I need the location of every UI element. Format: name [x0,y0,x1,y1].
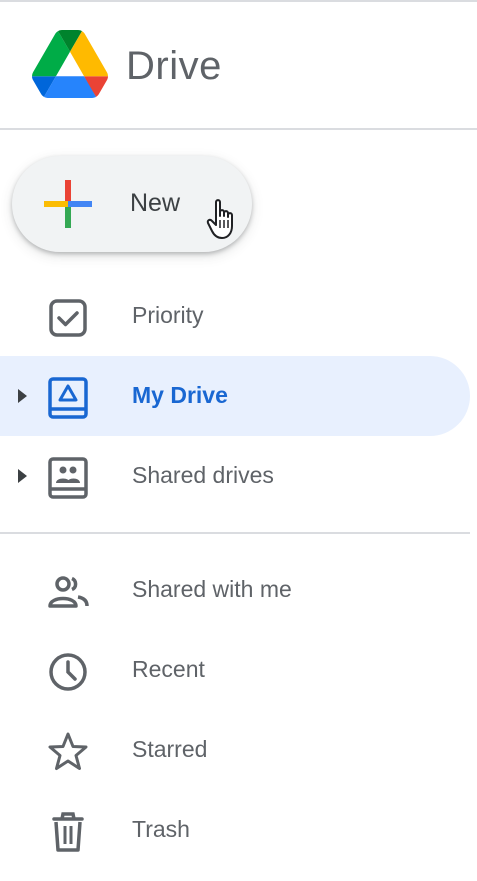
my-drive-icon [48,377,88,419]
nav-item-label: Shared drives [132,462,274,488]
expand-arrow-icon[interactable] [14,386,30,406]
star-icon [48,732,88,770]
nav-item-shared-with-me[interactable]: Shared with me [0,550,470,630]
priority-icon [49,299,87,337]
nav-item-my-drive[interactable]: My Drive [0,356,470,436]
nav-item-label: My Drive [132,382,228,408]
header-divider [0,128,477,130]
nav-item-label: Trash [132,816,190,842]
plus-icon [44,180,92,228]
nav-item-shared-drives[interactable]: Shared drives [0,436,470,516]
nav-item-recent[interactable]: Recent [0,630,470,710]
hand-cursor-icon [206,199,233,239]
nav-item-label: Shared with me [132,576,292,602]
header: Drive [0,2,477,130]
shared-drives-icon [48,457,88,499]
nav-item-label: Starred [132,736,208,762]
new-button-label: New [130,189,181,217]
expand-arrow-icon[interactable] [14,466,30,486]
drive-logo-icon[interactable] [32,30,108,98]
nav-item-label: Priority [132,302,204,328]
clock-icon [49,653,87,691]
app-title: Drive [126,44,222,88]
nav-item-starred[interactable]: Starred [0,710,470,790]
nav-item-trash[interactable]: Trash [0,790,470,870]
people-icon [48,576,89,608]
section-divider [0,532,470,534]
nav-item-label: Recent [132,656,205,682]
nav-item-priority[interactable]: Priority [0,276,470,356]
trash-icon [52,812,84,852]
